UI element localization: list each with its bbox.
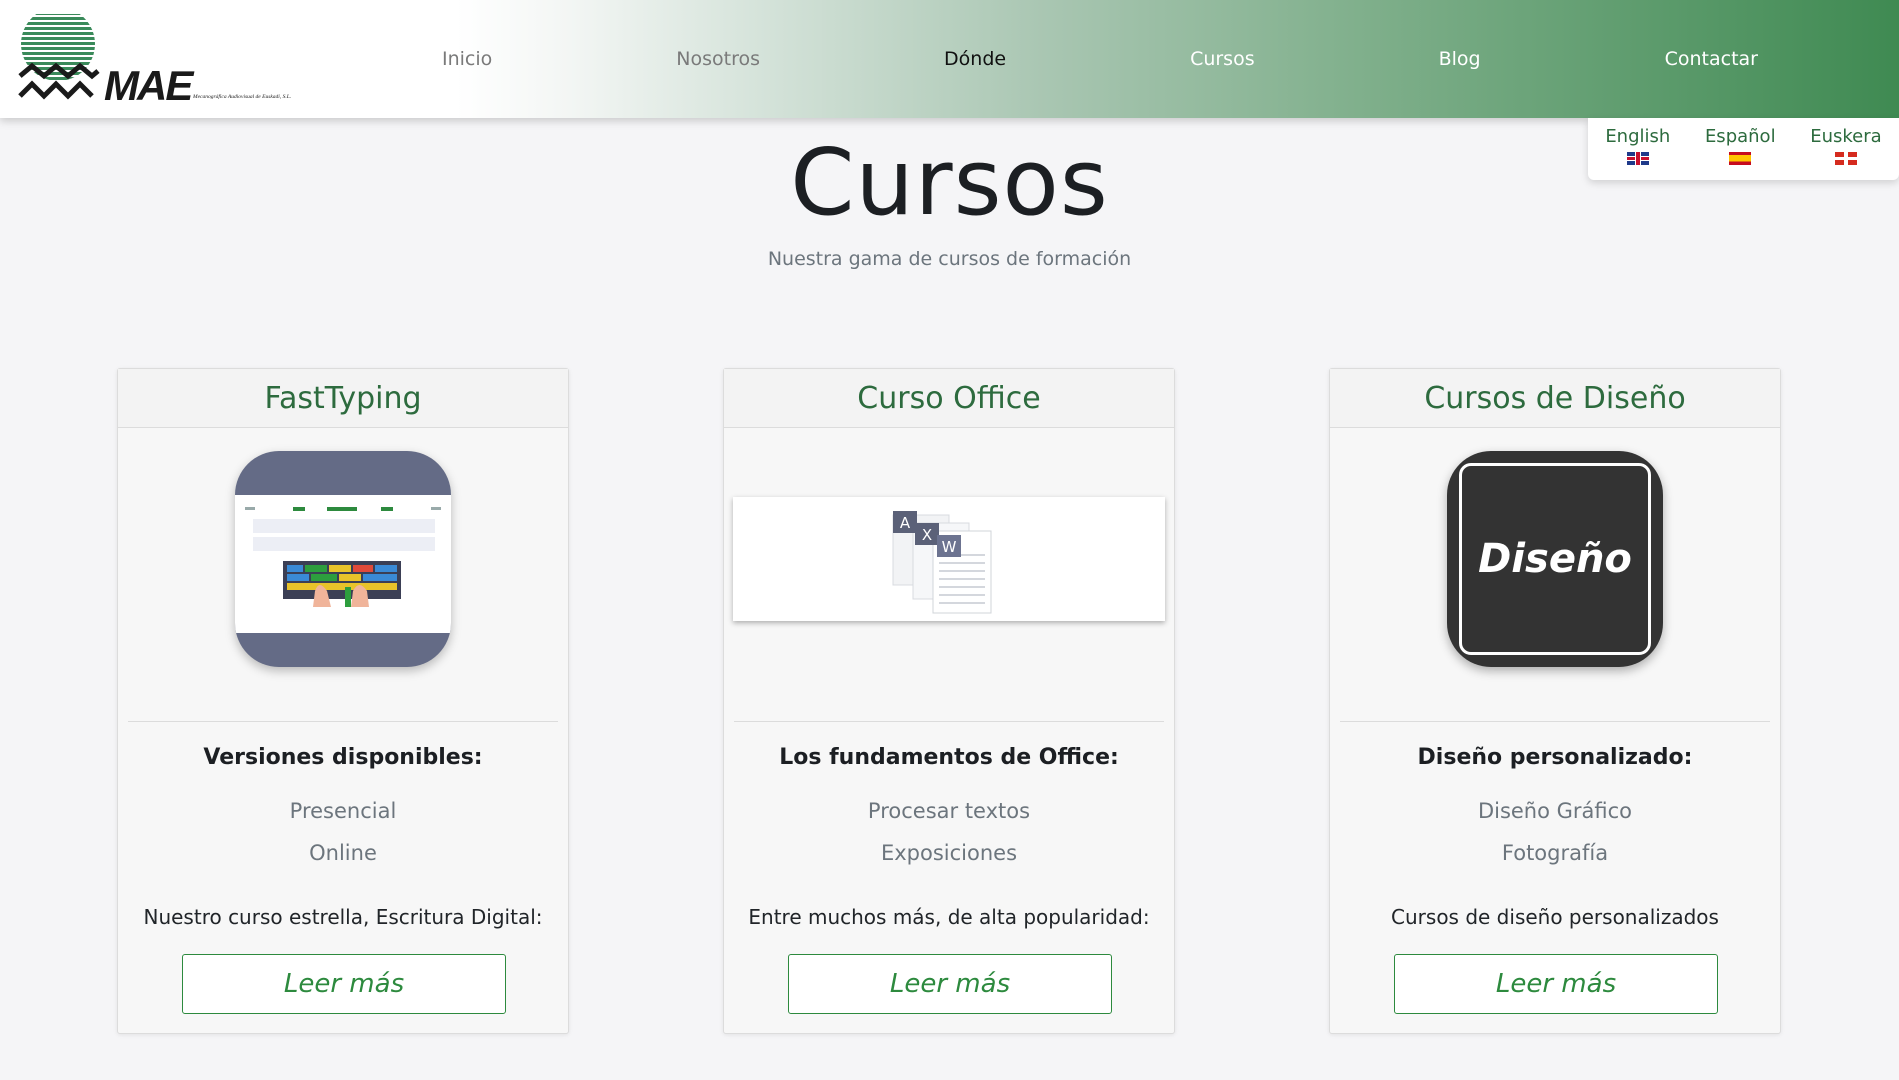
- card-description: Nuestro curso estrella, Escritura Digita…: [143, 905, 543, 929]
- svg-text:Mecanográfica Audiovisual de E: Mecanográfica Audiovisual de Euskadi, S.…: [192, 93, 291, 100]
- mae-logo[interactable]: MAE Mecanográfica Audiovisual de Euskadi…: [18, 7, 318, 109]
- card-heading: Diseño personalizado:: [1417, 745, 1693, 770]
- svg-text:MAE: MAE: [104, 62, 195, 104]
- card-list-item: Presencial: [289, 799, 397, 823]
- card-heading: Los fundamentos de Office:: [779, 745, 1119, 770]
- read-more-button[interactable]: Leer más: [182, 954, 506, 1014]
- uk-flag-icon: [1626, 152, 1649, 165]
- card-divider: [128, 721, 558, 722]
- svg-text:W: W: [942, 538, 957, 556]
- card-image: Diseño: [1330, 427, 1780, 691]
- card-heading: Versiones disponibles:: [203, 745, 483, 770]
- card-list-item: Diseño Gráfico: [1477, 799, 1633, 823]
- card-title: FastTyping: [118, 369, 568, 428]
- card-divider: [1340, 721, 1770, 722]
- nav-item-inicio[interactable]: Inicio: [436, 48, 498, 70]
- read-more-button[interactable]: Leer más: [788, 954, 1112, 1014]
- page-subtitle: Nuestra gama de cursos de formación: [767, 248, 1132, 270]
- card-description: Entre muchos más, de alta popularidad:: [748, 905, 1150, 929]
- language-selector: English Español Euskera: [1588, 118, 1899, 180]
- course-card-office: Curso Office A X W Los fundamentos de Of…: [723, 368, 1175, 1034]
- basque-flag-icon: [1834, 152, 1857, 165]
- read-more-button[interactable]: Leer más: [1394, 954, 1718, 1014]
- nav-item-nosotros[interactable]: Nosotros: [670, 48, 766, 70]
- course-card-diseno: Cursos de Diseño Diseño Diseño personali…: [1329, 368, 1781, 1034]
- language-euskera[interactable]: Euskera: [1810, 126, 1882, 165]
- nav-item-donde[interactable]: Dónde: [938, 48, 1012, 70]
- card-list-item: Exposiciones: [880, 841, 1018, 865]
- language-label: Euskera: [1810, 126, 1882, 147]
- card-image: A X W: [724, 427, 1174, 691]
- card-list-item: Fotografía: [1501, 841, 1609, 865]
- card-list-item: Online: [309, 841, 377, 865]
- nav-item-contactar[interactable]: Contactar: [1659, 48, 1764, 70]
- office-documents-icon: A X W: [733, 497, 1165, 621]
- card-divider: [734, 721, 1164, 722]
- nav-item-blog[interactable]: Blog: [1433, 48, 1487, 70]
- spain-flag-icon: [1729, 152, 1752, 165]
- card-title: Cursos de Diseño: [1330, 369, 1780, 428]
- diseno-icon: Diseño: [1447, 451, 1663, 667]
- card-description: Cursos de diseño personalizados: [1391, 905, 1719, 929]
- card-image: [118, 427, 568, 691]
- main-nav: Inicio Nosotros Dónde Cursos Blog Contac…: [350, 0, 1850, 118]
- svg-text:A: A: [900, 514, 911, 532]
- language-espanol[interactable]: Español: [1705, 126, 1776, 165]
- site-header: MAE Mecanográfica Audiovisual de Euskadi…: [0, 0, 1899, 118]
- language-english[interactable]: English: [1605, 126, 1670, 165]
- language-label: English: [1605, 126, 1671, 147]
- card-title: Curso Office: [724, 369, 1174, 428]
- fasttyping-keyboard-icon: [235, 451, 451, 667]
- language-label: Español: [1704, 126, 1776, 147]
- nav-item-cursos[interactable]: Cursos: [1184, 48, 1261, 70]
- course-card-fasttyping: FastTyping Versiones disponibles: Presen…: [117, 368, 569, 1034]
- card-list-item: Procesar textos: [867, 799, 1031, 823]
- svg-text:X: X: [922, 526, 932, 544]
